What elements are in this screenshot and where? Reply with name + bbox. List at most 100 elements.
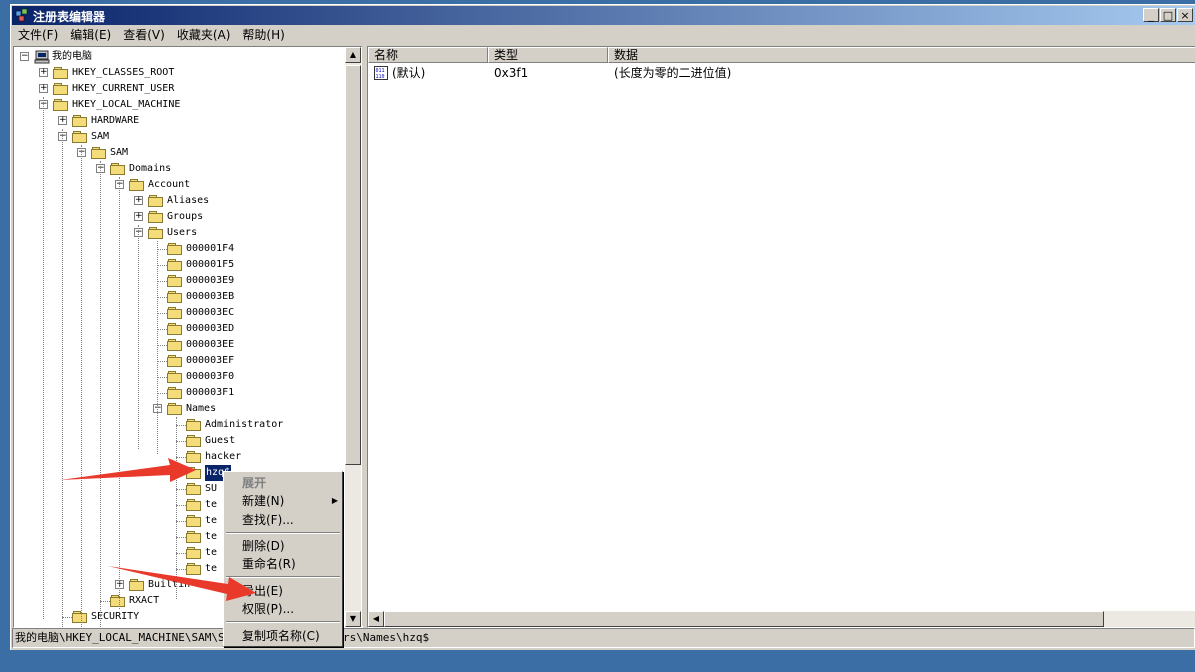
tree-node[interactable]: Users	[167, 225, 197, 241]
tree-node[interactable]: Aliases	[167, 193, 209, 209]
scroll-left-button[interactable]: ◀	[368, 611, 384, 627]
tree-node[interactable]: Names	[186, 401, 216, 417]
tree-node[interactable]: 000003ED	[186, 321, 234, 337]
tree-node[interactable]: 000001F4	[186, 241, 234, 257]
tree-vertical-scrollbar[interactable]: ▲ ▼	[345, 47, 361, 627]
menu-item-copy-key-name[interactable]: 复制项名称(C)	[224, 627, 342, 645]
tree-scroll-thumb[interactable]	[345, 65, 361, 465]
tree-node[interactable]: Builtin	[148, 577, 190, 593]
tree-node[interactable]: 000003EE	[186, 337, 234, 353]
folder-icon	[148, 195, 164, 207]
expand-toggle[interactable]: +	[39, 68, 48, 77]
menu-item-delete[interactable]: 删除(D)	[224, 537, 342, 555]
menu-item-new[interactable]: 新建(N) ▶	[224, 492, 342, 510]
column-header-name[interactable]: 名称	[368, 47, 488, 63]
expand-toggle[interactable]: +	[39, 84, 48, 93]
folder-icon	[167, 403, 183, 415]
list-horizontal-scrollbar[interactable]: ◀	[368, 611, 1195, 627]
tree-connector	[62, 617, 72, 618]
tree-node[interactable]: HKEY_CLASSES_ROOT	[72, 65, 174, 81]
menu-file[interactable]: 文件(F)	[12, 27, 64, 44]
menu-favorites[interactable]: 收藏夹(A)	[171, 27, 237, 44]
regedit-window: 注册表编辑器 _ □ × 文件(F) 编辑(E) 查看(V) 收藏夹(A) 帮助…	[10, 4, 1195, 650]
tree-connector	[157, 297, 167, 298]
menu-view[interactable]: 查看(V)	[117, 27, 171, 44]
list-scroll-thumb[interactable]	[384, 611, 1104, 627]
folder-icon	[186, 419, 202, 431]
tree-node[interactable]: 000003E9	[186, 273, 234, 289]
tree-connector	[176, 457, 186, 458]
menu-edit[interactable]: 编辑(E)	[64, 27, 117, 44]
tree-node[interactable]: te	[205, 561, 217, 577]
menu-item-permissions[interactable]: 权限(P)...	[224, 600, 342, 618]
tree-node[interactable]: HKEY_LOCAL_MACHINE	[72, 97, 180, 113]
tree-node[interactable]: Guest	[205, 433, 235, 449]
title-bar[interactable]: 注册表编辑器 _ □ ×	[12, 6, 1195, 25]
menu-bar: 文件(F) 编辑(E) 查看(V) 收藏夹(A) 帮助(H)	[12, 26, 1195, 45]
folder-icon	[186, 563, 202, 575]
menu-help[interactable]: 帮助(H)	[236, 27, 290, 44]
tree-connector	[176, 521, 186, 522]
tree-node[interactable]: SU	[205, 481, 217, 497]
tree-connector	[157, 345, 167, 346]
folder-icon	[148, 227, 164, 239]
tree-node[interactable]: 000001F5	[186, 257, 234, 273]
tree-node[interactable]: Administrator	[205, 417, 283, 433]
expand-toggle[interactable]: +	[58, 116, 67, 125]
tree-connector	[157, 393, 167, 394]
values-list[interactable]: 名称 类型 数据 011 110 (默认) 0x3f1 (长度为零的二进位值) …	[367, 46, 1195, 628]
tree-node[interactable]: SAM	[110, 145, 128, 161]
tree-connector	[176, 505, 186, 506]
tree-node[interactable]: te	[205, 545, 217, 561]
expand-toggle[interactable]: +	[134, 196, 143, 205]
tree-node[interactable]: 000003F1	[186, 385, 234, 401]
scroll-down-button[interactable]: ▼	[345, 611, 361, 627]
scroll-up-button[interactable]: ▲	[345, 47, 361, 63]
computer-icon	[34, 50, 50, 64]
tree-connector	[157, 313, 167, 314]
tree-node[interactable]: HARDWARE	[91, 113, 139, 129]
tree-node[interactable]: te	[205, 497, 217, 513]
menu-item-find[interactable]: 查找(F)...	[224, 511, 342, 529]
tree-root[interactable]: 我的电脑	[52, 49, 92, 65]
folder-icon	[186, 499, 202, 511]
submenu-arrow-icon: ▶	[331, 496, 338, 505]
tree-connector	[81, 145, 82, 627]
expand-toggle[interactable]: +	[134, 212, 143, 221]
maximize-button[interactable]: □	[1160, 8, 1176, 22]
column-header-data[interactable]: 数据	[608, 47, 1195, 63]
tree-node[interactable]: 000003EF	[186, 353, 234, 369]
tree-node[interactable]: SECURITY	[91, 609, 139, 625]
regedit-app-icon	[15, 8, 28, 22]
folder-icon	[167, 371, 183, 383]
tree-node[interactable]: Groups	[167, 209, 203, 225]
tree-node[interactable]: 000003F0	[186, 369, 234, 385]
menu-item-expand[interactable]: 展开	[224, 474, 342, 492]
tree-connector	[176, 553, 186, 554]
tree-node[interactable]: HKEY_CURRENT_USER	[72, 81, 174, 97]
column-header-type[interactable]: 类型	[488, 47, 608, 63]
tree-node[interactable]: RXACT	[129, 593, 159, 609]
tree-connector	[176, 441, 186, 442]
menu-item-rename[interactable]: 重命名(R)	[224, 555, 342, 573]
tree-node[interactable]: 000003EB	[186, 289, 234, 305]
folder-icon	[110, 163, 126, 175]
tree-node[interactable]: Account	[148, 177, 190, 193]
close-button[interactable]: ×	[1177, 8, 1193, 22]
folder-icon	[148, 211, 164, 223]
tree-connector	[119, 177, 120, 609]
svg-text:110: 110	[376, 74, 385, 80]
tree-node[interactable]: te	[205, 513, 217, 529]
minimize-button[interactable]: _	[1143, 8, 1159, 22]
menu-item-export[interactable]: 导出(E)	[224, 582, 342, 600]
tree-node[interactable]: te	[205, 529, 217, 545]
binary-value-icon: 011 110	[374, 66, 388, 80]
tree-connector	[157, 265, 167, 266]
folder-icon	[72, 131, 88, 143]
tree-node[interactable]: SAM	[91, 129, 109, 145]
list-row[interactable]: 011 110 (默认) 0x3f1 (长度为零的二进位值)	[368, 65, 1195, 81]
collapse-toggle[interactable]: −	[20, 52, 29, 61]
tree-node[interactable]: 000003EC	[186, 305, 234, 321]
tree-node[interactable]: Domains	[129, 161, 171, 177]
tree-node[interactable]: hacker	[205, 449, 241, 465]
